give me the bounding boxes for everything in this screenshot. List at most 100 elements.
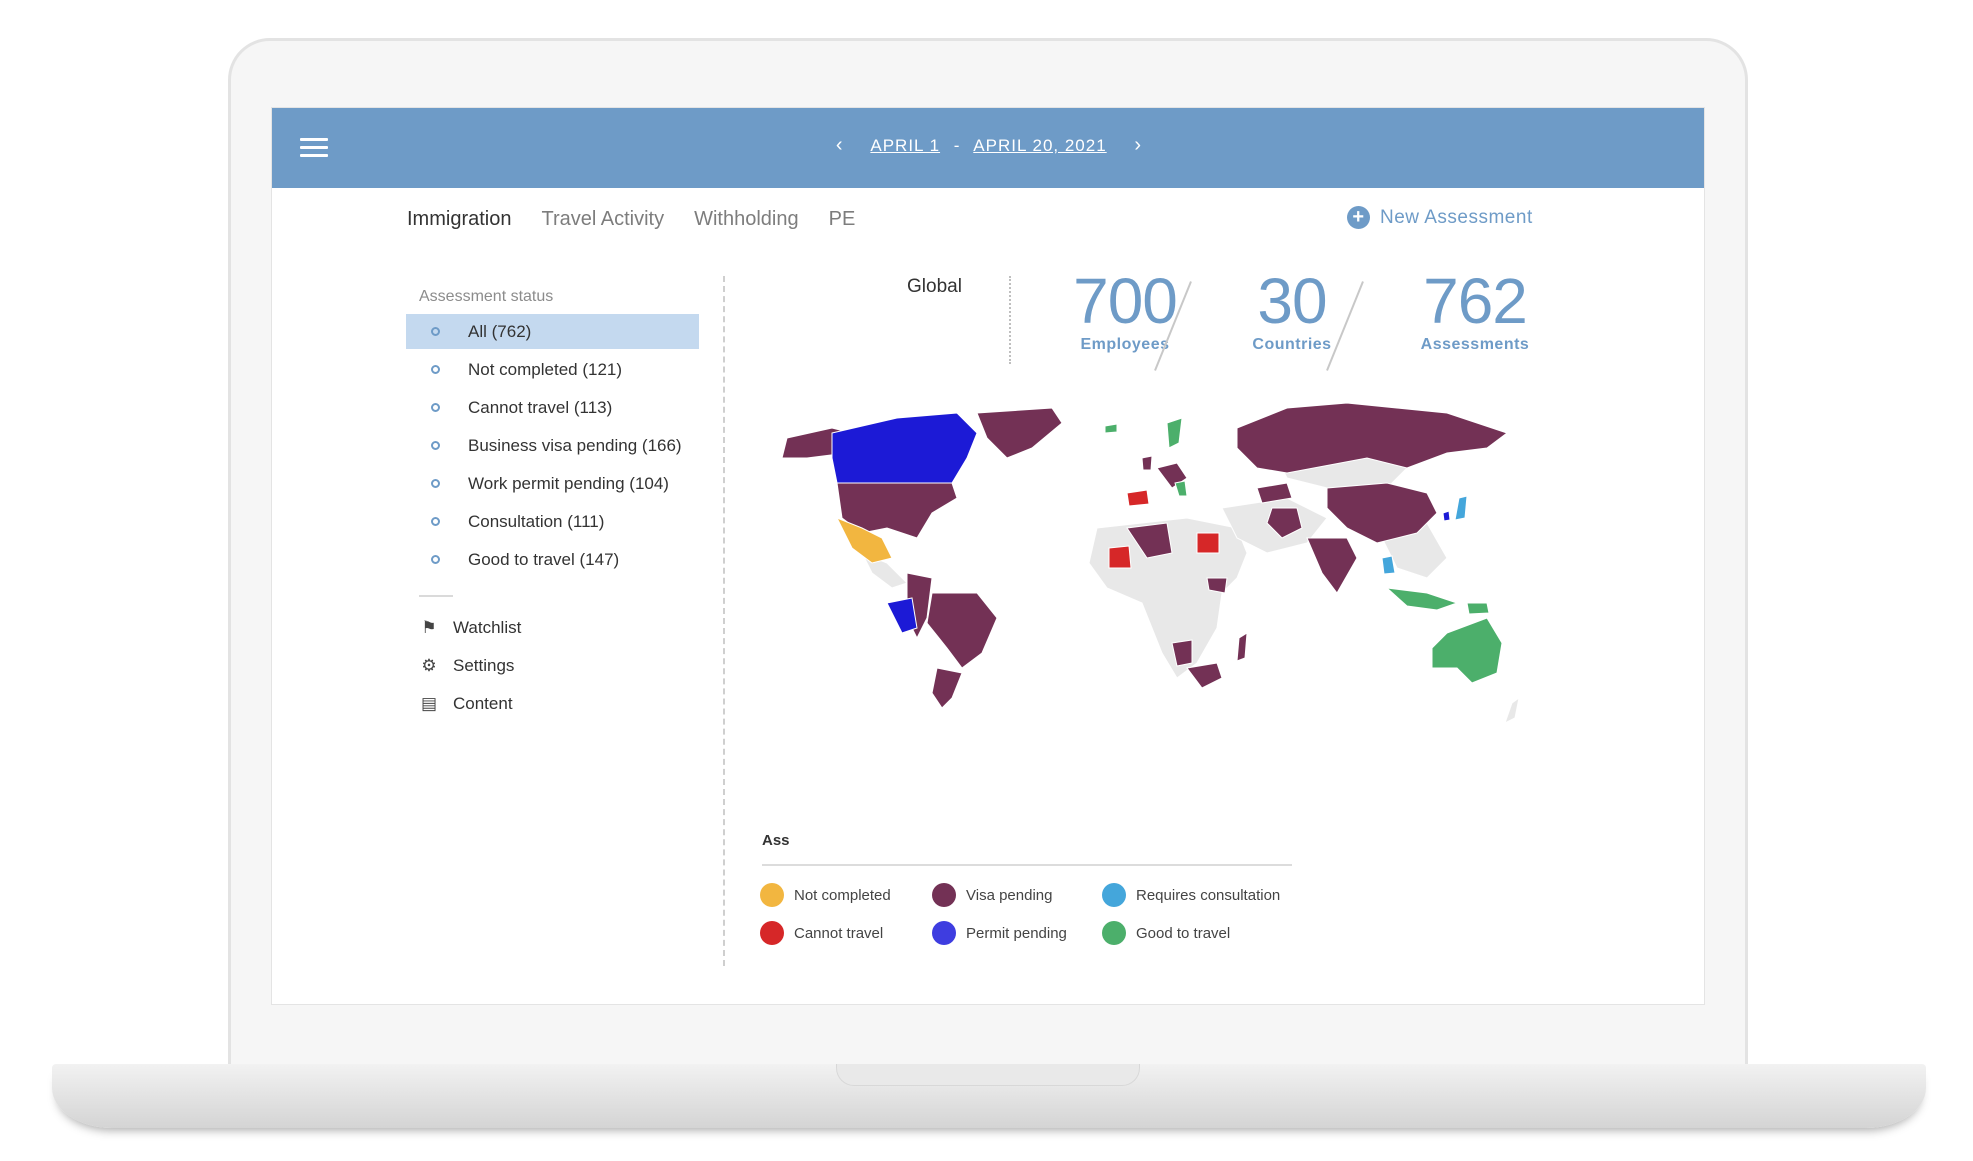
tab-bar: Immigration Travel Activity Withholding … bbox=[407, 208, 855, 231]
map-country-korea[interactable] bbox=[1442, 510, 1451, 522]
status-item-not-completed[interactable]: Not completed (121) bbox=[406, 352, 699, 387]
map-country-nz-neutral[interactable] bbox=[1504, 696, 1520, 724]
legend-label: Visa pending bbox=[966, 886, 1053, 904]
status-item-work-permit-pending[interactable]: Work permit pending (104) bbox=[406, 466, 699, 501]
assessments-label: Assessments bbox=[1420, 336, 1530, 353]
legend-label: Permit pending bbox=[966, 924, 1067, 942]
map-country-brazil[interactable] bbox=[926, 592, 998, 669]
status-label: Cannot travel bbox=[468, 397, 570, 417]
map-country-scandinavia[interactable] bbox=[1166, 417, 1183, 449]
map-country-italy[interactable] bbox=[1174, 480, 1188, 497]
legend-divider bbox=[762, 864, 1292, 866]
map-legend: Not completed Visa pending Requires cons… bbox=[760, 882, 1292, 946]
new-assessment-label: New Assessment bbox=[1380, 206, 1533, 228]
tab-pe[interactable]: PE bbox=[829, 208, 856, 231]
map-country-papua[interactable] bbox=[1466, 602, 1490, 615]
nav-item-watchlist[interactable]: ⚑ Watchlist bbox=[406, 613, 706, 643]
radio-dot-icon bbox=[431, 517, 440, 526]
map-country-south-africa[interactable] bbox=[1186, 662, 1223, 689]
document-icon: ▤ bbox=[420, 694, 438, 713]
employees-label: Employees bbox=[1080, 336, 1170, 353]
map-country-madagascar[interactable] bbox=[1236, 632, 1248, 662]
nav-label: Settings bbox=[453, 656, 515, 675]
nav-item-settings[interactable]: ⚙ Settings bbox=[406, 651, 706, 681]
stat-employees: 700 Employees bbox=[1055, 266, 1195, 354]
radio-dot-icon bbox=[431, 403, 440, 412]
legend-swatch bbox=[760, 883, 784, 907]
tab-travel-activity[interactable]: Travel Activity bbox=[541, 208, 664, 231]
legend-item-not-completed: Not completed bbox=[760, 882, 932, 908]
legend-swatch bbox=[932, 883, 956, 907]
map-country-australia[interactable] bbox=[1431, 617, 1503, 684]
status-count: (166) bbox=[641, 435, 682, 455]
date-range: ‹ APRIL 1 - APRIL 20, 2021 › bbox=[272, 134, 1704, 157]
status-count: (121) bbox=[582, 359, 623, 379]
date-separator: - bbox=[953, 136, 961, 155]
status-label: Work permit pending bbox=[468, 473, 625, 493]
map-country-india[interactable] bbox=[1306, 537, 1358, 594]
nav-item-content[interactable]: ▤ Content bbox=[406, 689, 706, 719]
map-country-spain[interactable] bbox=[1126, 489, 1150, 507]
scope-label: Global bbox=[907, 276, 962, 297]
legend-label: Requires consultation bbox=[1136, 886, 1281, 904]
end-date-link[interactable]: APRIL 20, 2021 bbox=[973, 136, 1106, 155]
plus-circle-icon: + bbox=[1347, 206, 1370, 229]
status-item-good-to-travel[interactable]: Good to travel (147) bbox=[406, 542, 699, 577]
nav-label: Content bbox=[453, 694, 513, 713]
status-label: Consultation bbox=[468, 511, 563, 531]
legend-item-visa-pending: Visa pending bbox=[932, 882, 1102, 908]
status-count: (104) bbox=[629, 473, 669, 493]
map-country-peru[interactable] bbox=[886, 597, 918, 634]
status-count: (762) bbox=[491, 321, 532, 341]
map-country-canada[interactable] bbox=[831, 412, 978, 484]
radio-dot-icon bbox=[431, 479, 440, 488]
legend-label: Good to travel bbox=[1136, 924, 1231, 942]
sidebar: Assessment status All (762) Not complete… bbox=[406, 288, 706, 727]
legend-label: Cannot travel bbox=[794, 924, 884, 942]
status-item-cannot-travel[interactable]: Cannot travel (113) bbox=[406, 390, 699, 425]
map-country-indonesia[interactable] bbox=[1385, 587, 1459, 611]
legend-item-good-to-travel: Good to travel bbox=[1102, 920, 1292, 946]
legend-swatch bbox=[1102, 921, 1126, 945]
gear-icon: ⚙ bbox=[421, 656, 437, 675]
top-bar: ‹ APRIL 1 - APRIL 20, 2021 › bbox=[272, 108, 1704, 188]
map-country-greenland[interactable] bbox=[976, 407, 1063, 459]
countries-value: 30 bbox=[1257, 265, 1327, 337]
legend-label: Not completed bbox=[794, 886, 891, 904]
prev-period-icon[interactable]: ‹ bbox=[836, 134, 844, 157]
status-item-all[interactable]: All (762) bbox=[406, 314, 699, 349]
legend-item-permit-pending: Permit pending bbox=[932, 920, 1102, 946]
radio-dot-icon bbox=[431, 441, 440, 450]
legend-item-requires-consultation: Requires consultation bbox=[1102, 882, 1292, 908]
assessments-value: 762 bbox=[1423, 265, 1528, 337]
map-country-mauritania[interactable] bbox=[1108, 545, 1132, 569]
sidebar-divider bbox=[419, 595, 453, 597]
laptop-notch bbox=[836, 1064, 1140, 1086]
nav-label: Watchlist bbox=[453, 618, 522, 637]
status-item-consultation[interactable]: Consultation (111) bbox=[406, 504, 699, 539]
radio-dot-icon bbox=[431, 365, 440, 374]
radio-dot-icon bbox=[431, 327, 440, 336]
new-assessment-button[interactable]: + New Assessment bbox=[1347, 206, 1533, 229]
status-count: (111) bbox=[567, 511, 605, 531]
map-country-iceland[interactable] bbox=[1104, 423, 1118, 434]
stat-divider bbox=[1009, 276, 1011, 364]
assessment-status-heading: Assessment status bbox=[419, 288, 554, 305]
legend-swatch bbox=[1102, 883, 1126, 907]
status-item-business-visa-pending[interactable]: Business visa pending (166) bbox=[406, 428, 699, 463]
tab-withholding[interactable]: Withholding bbox=[694, 208, 799, 231]
world-map bbox=[781, 402, 1520, 724]
app-screen: ‹ APRIL 1 - APRIL 20, 2021 › Immigration… bbox=[271, 107, 1705, 1005]
map-country-uk[interactable] bbox=[1141, 455, 1153, 471]
map-country-egypt[interactable] bbox=[1196, 532, 1220, 554]
status-label: Business visa pending bbox=[468, 435, 638, 455]
stat-assessments: 762 Assessments bbox=[1400, 266, 1550, 354]
map-country-japan[interactable] bbox=[1454, 495, 1468, 521]
next-period-icon[interactable]: › bbox=[1134, 134, 1142, 157]
legend-swatch bbox=[932, 921, 956, 945]
map-country-argentina[interactable] bbox=[931, 667, 963, 709]
legend-item-cannot-travel: Cannot travel bbox=[760, 920, 932, 946]
status-label: Not completed bbox=[468, 359, 578, 379]
tab-immigration[interactable]: Immigration bbox=[407, 208, 511, 231]
start-date-link[interactable]: APRIL 1 bbox=[870, 136, 940, 155]
